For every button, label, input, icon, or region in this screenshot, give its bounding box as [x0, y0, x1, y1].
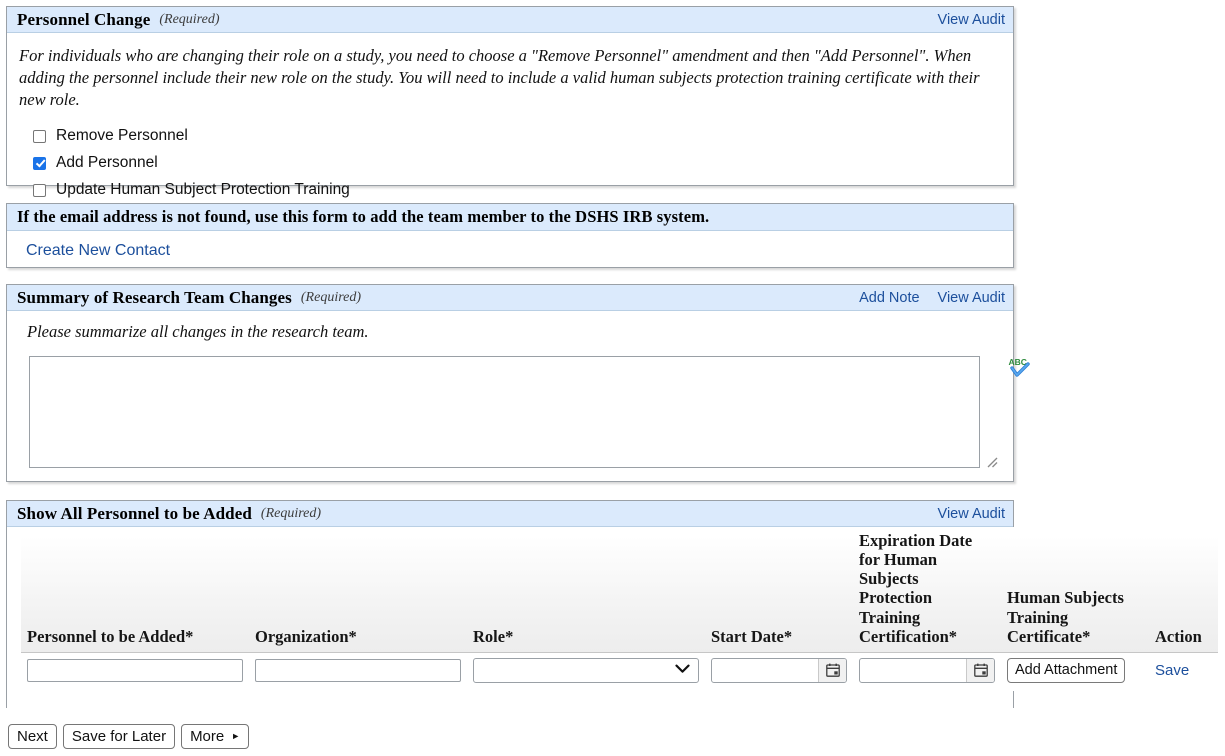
personnel-input[interactable] — [27, 659, 243, 682]
table-row: Add Attachment Save — [21, 652, 1218, 691]
section-personnel-table: Show All Personnel to be Added (Required… — [6, 500, 1014, 708]
save-for-later-button[interactable]: Save for Later — [63, 724, 175, 749]
create-new-contact-link[interactable]: Create New Contact — [26, 242, 170, 259]
summary-textarea-wrap: ABC — [29, 356, 1001, 472]
column-header-action: Action — [1149, 527, 1218, 652]
expiration-date-field[interactable] — [859, 658, 995, 683]
checkbox-remove-personnel[interactable] — [33, 130, 46, 143]
section-body-summary: Please summarize all changes in the rese… — [7, 311, 1013, 482]
checkbox-label-update-training[interactable]: Update Human Subject Protection Training — [56, 181, 350, 199]
start-date-field[interactable] — [711, 658, 847, 683]
personnel-table-header-links: View Audit — [938, 506, 1005, 522]
personnel-table: Personnel to be Added* Organization* Rol… — [21, 527, 1218, 691]
option-add-personnel[interactable]: Add Personnel — [19, 151, 1001, 175]
checkbox-label-add-personnel[interactable]: Add Personnel — [56, 154, 158, 172]
summary-prompt-text: Please summarize all changes in the rese… — [27, 322, 1001, 342]
section-create-contact: If the email address is not found, use t… — [6, 203, 1014, 268]
role-select-wrap — [473, 658, 699, 683]
view-audit-link-personnel-change[interactable]: View Audit — [938, 12, 1005, 28]
more-arrow-icon: ► — [231, 732, 240, 741]
checkbox-add-personnel[interactable] — [33, 157, 46, 170]
option-update-training[interactable]: Update Human Subject Protection Training — [19, 178, 1001, 202]
section-header-personnel-table: Show All Personnel to be Added (Required… — [7, 501, 1013, 527]
column-header-training-certificate: Human Subjects Training Certificate* — [1001, 527, 1149, 652]
summary-textarea[interactable] — [29, 356, 980, 468]
personnel-table-body: Personnel to be Added* Organization* Rol… — [7, 527, 1013, 691]
section-header-summary: Summary of Research Team Changes (Requir… — [7, 285, 1013, 311]
create-contact-title: If the email address is not found, use t… — [17, 207, 709, 227]
next-button[interactable]: Next — [8, 724, 57, 749]
section-personnel-change: Personnel Change (Required) View Audit F… — [6, 6, 1014, 186]
section-body-personnel-change: For individuals who are changing their r… — [7, 33, 1013, 215]
column-header-role: Role* — [467, 527, 705, 652]
header-links: View Audit — [938, 12, 1005, 28]
instructions-text: For individuals who are changing their r… — [19, 45, 1001, 110]
personnel-table-body-rows: Add Attachment Save — [21, 652, 1218, 691]
expiration-date-input[interactable] — [860, 659, 966, 682]
add-note-link[interactable]: Add Note — [859, 290, 919, 306]
personnel-table-head: Personnel to be Added* Organization* Rol… — [21, 527, 1218, 652]
summary-title: Summary of Research Team Changes — [17, 288, 292, 308]
page-title: Personnel Change — [17, 10, 150, 30]
form-page: Personnel Change (Required) View Audit F… — [0, 0, 1225, 756]
personnel-table-header-row: Personnel to be Added* Organization* Rol… — [21, 527, 1218, 652]
start-date-input[interactable] — [712, 659, 818, 682]
checkbox-label-remove-personnel[interactable]: Remove Personnel — [56, 127, 188, 145]
save-row-link[interactable]: Save — [1155, 662, 1189, 679]
cell-role — [467, 652, 705, 691]
column-header-organization: Organization* — [249, 527, 467, 652]
summary-required-tag: (Required) — [301, 290, 361, 306]
abc-spellcheck-icon[interactable]: ABC — [1008, 356, 1032, 382]
cell-action: Save — [1149, 652, 1218, 691]
calendar-icon-expiration-date[interactable] — [966, 659, 994, 682]
cell-personnel — [21, 652, 249, 691]
personnel-table-required-tag: (Required) — [261, 506, 321, 522]
section-summary: Summary of Research Team Changes (Requir… — [6, 284, 1014, 482]
column-header-expiration-date: Expiration Date for Human Subjects Prote… — [853, 527, 1001, 652]
section-header-create-contact: If the email address is not found, use t… — [7, 204, 1013, 231]
column-header-personnel: Personnel to be Added* — [21, 527, 249, 652]
checkbox-update-training[interactable] — [33, 184, 46, 197]
textarea-resize-handle[interactable] — [985, 455, 998, 468]
summary-header-links: Add Note View Audit — [859, 290, 1005, 306]
cell-start-date — [705, 652, 853, 691]
view-audit-link-personnel-table[interactable]: View Audit — [938, 506, 1005, 522]
personnel-change-options: Remove Personnel Add Personnel Update Hu… — [19, 124, 1001, 202]
organization-input[interactable] — [255, 659, 461, 682]
view-audit-link-summary[interactable]: View Audit — [938, 290, 1005, 306]
more-button-label: More — [190, 728, 224, 745]
section-header-personnel-change: Personnel Change (Required) View Audit — [7, 7, 1013, 33]
more-button[interactable]: More ► — [181, 724, 249, 749]
cell-expiration-date — [853, 652, 1001, 691]
role-select[interactable] — [473, 658, 699, 683]
footer-buttons: Next Save for Later More ► — [8, 724, 249, 749]
cell-training-certificate: Add Attachment — [1001, 652, 1149, 691]
calendar-icon-start-date[interactable] — [818, 659, 846, 682]
section-body-create-contact: Create New Contact — [7, 231, 1013, 271]
required-tag: (Required) — [159, 12, 219, 28]
column-header-start-date: Start Date* — [705, 527, 853, 652]
cell-organization — [249, 652, 467, 691]
personnel-table-title: Show All Personnel to be Added — [17, 504, 252, 524]
add-attachment-button[interactable]: Add Attachment — [1007, 658, 1125, 683]
option-remove-personnel[interactable]: Remove Personnel — [19, 124, 1001, 148]
